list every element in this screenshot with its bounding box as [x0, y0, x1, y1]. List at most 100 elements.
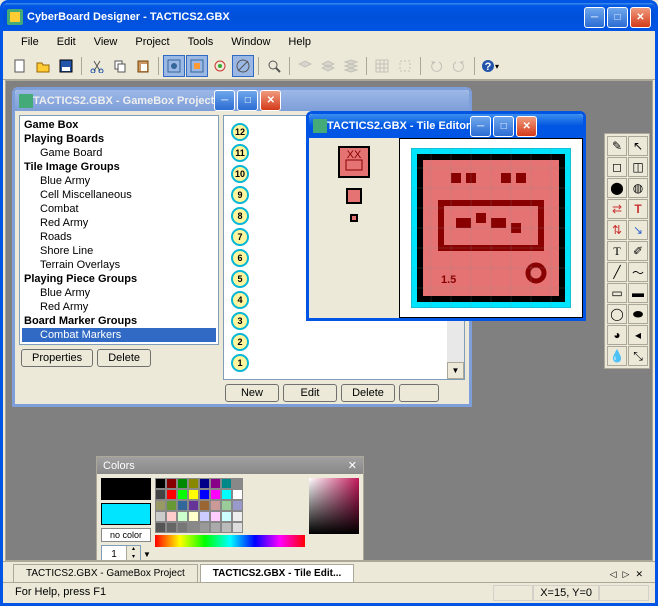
tree-hdr[interactable]: Playing Boards — [22, 132, 216, 146]
color-palette[interactable] — [155, 478, 305, 533]
palette-cell[interactable] — [199, 478, 210, 489]
spin-down-icon[interactable]: ▾ — [126, 554, 140, 561]
menu-file[interactable]: File — [13, 33, 47, 51]
hue-slider[interactable] — [155, 535, 305, 547]
palette-cell[interactable] — [199, 489, 210, 500]
palette-cell[interactable] — [166, 489, 177, 500]
brush-tool-icon[interactable]: ⬤ — [607, 178, 627, 198]
paste-icon[interactable] — [132, 55, 154, 77]
palette-cell[interactable] — [221, 489, 232, 500]
palette-cell[interactable] — [155, 478, 166, 489]
tab-tile-editor[interactable]: TACTICS2.GBX - Tile Edit... — [200, 564, 355, 582]
tree-hdr[interactable]: Playing Piece Groups — [22, 272, 216, 286]
tile-item[interactable]: 11 — [231, 144, 249, 162]
te-minimize[interactable]: ─ — [470, 116, 491, 137]
delete-tile-button[interactable]: Delete — [341, 384, 395, 402]
foreground-swatch[interactable] — [101, 478, 151, 500]
tile-item[interactable]: 10 — [231, 165, 249, 183]
tree-item[interactable]: Cell Miscellaneous — [22, 188, 216, 202]
curve-tool-icon[interactable]: ～ — [628, 262, 648, 282]
palette-cell[interactable] — [210, 478, 221, 489]
tool-a-icon[interactable] — [163, 55, 185, 77]
grid-icon[interactable] — [371, 55, 393, 77]
saturation-value-picker[interactable] — [309, 478, 359, 534]
tile-canvas[interactable]: 1.5 — [399, 138, 583, 318]
layer1-icon[interactable] — [294, 55, 316, 77]
tab-close-icon[interactable]: ✕ — [633, 567, 645, 582]
cut-icon[interactable] — [86, 55, 108, 77]
te-maximize[interactable]: □ — [493, 116, 514, 137]
new-button[interactable]: New — [225, 384, 279, 402]
menu-view[interactable]: View — [86, 33, 126, 51]
rect-fill-tool-icon[interactable]: ▬ — [628, 283, 648, 303]
palette-cell[interactable] — [232, 478, 243, 489]
palette-cell[interactable] — [166, 500, 177, 511]
dropdown-icon[interactable]: ▼ — [143, 550, 151, 559]
tree-item[interactable]: Terrain Overlays — [22, 258, 216, 272]
palette-cell[interactable] — [210, 511, 221, 522]
tree-item[interactable]: Red Army — [22, 216, 216, 230]
tree-hdr[interactable]: Board Marker Groups — [22, 314, 216, 328]
spin-up-icon[interactable]: ▴ — [126, 546, 140, 554]
tab-scroll-right-icon[interactable]: ▷ — [621, 567, 632, 582]
palette-cell[interactable] — [210, 489, 221, 500]
tile-item[interactable]: 1 — [231, 354, 249, 372]
palette-cell[interactable] — [210, 500, 221, 511]
tile-item[interactable]: 4 — [231, 291, 249, 309]
open-file-icon[interactable] — [32, 55, 54, 77]
zoom-icon[interactable] — [263, 55, 285, 77]
tree-item[interactable]: Game Board — [22, 146, 216, 160]
palette-cell[interactable] — [155, 489, 166, 500]
snap-icon[interactable] — [394, 55, 416, 77]
tile-item[interactable]: 12 — [231, 123, 249, 141]
colors-close-icon[interactable]: ✕ — [348, 459, 357, 472]
layer3-icon[interactable] — [340, 55, 362, 77]
palette-cell[interactable] — [177, 500, 188, 511]
palette-cell[interactable] — [232, 489, 243, 500]
tile-item[interactable]: 2 — [231, 333, 249, 351]
menu-project[interactable]: Project — [127, 33, 177, 51]
tile-editor-window[interactable]: TACTICS2.GBX - Tile Editor ─ □ ✕ XX — [306, 111, 586, 321]
rotate-left-icon[interactable] — [425, 55, 447, 77]
text2-tool-icon[interactable]: T — [607, 241, 627, 261]
menu-window[interactable]: Window — [223, 33, 278, 51]
palette-cell[interactable] — [166, 522, 177, 533]
tab-gamebox[interactable]: TACTICS2.GBX - GameBox Project — [13, 564, 198, 582]
tree-hdr[interactable]: Tile Image Groups — [22, 160, 216, 174]
palette-cell[interactable] — [199, 522, 210, 533]
palette-cell[interactable] — [188, 489, 199, 500]
tool-d-icon[interactable] — [232, 55, 254, 77]
palette-cell[interactable] — [166, 511, 177, 522]
menu-tools[interactable]: Tools — [180, 33, 222, 51]
rotate-right-icon[interactable] — [448, 55, 470, 77]
palette-cell[interactable] — [210, 522, 221, 533]
tree-item[interactable]: Roads — [22, 230, 216, 244]
close-button[interactable]: ✕ — [630, 7, 651, 28]
copy-icon[interactable] — [109, 55, 131, 77]
palette-cell[interactable] — [232, 511, 243, 522]
tile-editor-titlebar[interactable]: TACTICS2.GBX - Tile Editor ─ □ ✕ — [309, 114, 583, 138]
arrow-tool-icon[interactable]: ↘ — [628, 220, 648, 240]
tree-item[interactable]: Blue Army — [22, 286, 216, 300]
palette-cell[interactable] — [221, 522, 232, 533]
tile-item[interactable]: 8 — [231, 207, 249, 225]
flip-v-icon[interactable]: ⇅ — [607, 220, 627, 240]
palette-cell[interactable] — [188, 511, 199, 522]
project-tree[interactable]: Game BoxPlaying BoardsGame BoardTile Ima… — [19, 115, 219, 345]
palette-cell[interactable] — [221, 500, 232, 511]
palette-cell[interactable] — [155, 511, 166, 522]
palette-cell[interactable] — [177, 511, 188, 522]
palette-cell[interactable] — [166, 478, 177, 489]
tree-item[interactable]: Combat Markers — [22, 328, 216, 342]
delete-button[interactable]: Delete — [97, 349, 151, 367]
help-icon[interactable]: ?▾ — [479, 55, 501, 77]
edit-button[interactable]: Edit — [283, 384, 337, 402]
tile-item[interactable]: 3 — [231, 312, 249, 330]
palette-cell[interactable] — [221, 511, 232, 522]
opacity-input[interactable] — [102, 546, 126, 561]
palette-cell[interactable] — [188, 500, 199, 511]
eraser-tool-icon[interactable]: ◫ — [628, 157, 648, 177]
picker-tool-icon[interactable]: ⤡ — [628, 346, 648, 366]
gamebox-titlebar[interactable]: TACTICS2.GBX - GameBox Project ─ □ ✕ — [15, 90, 469, 111]
tile-preview-small[interactable] — [350, 214, 358, 222]
